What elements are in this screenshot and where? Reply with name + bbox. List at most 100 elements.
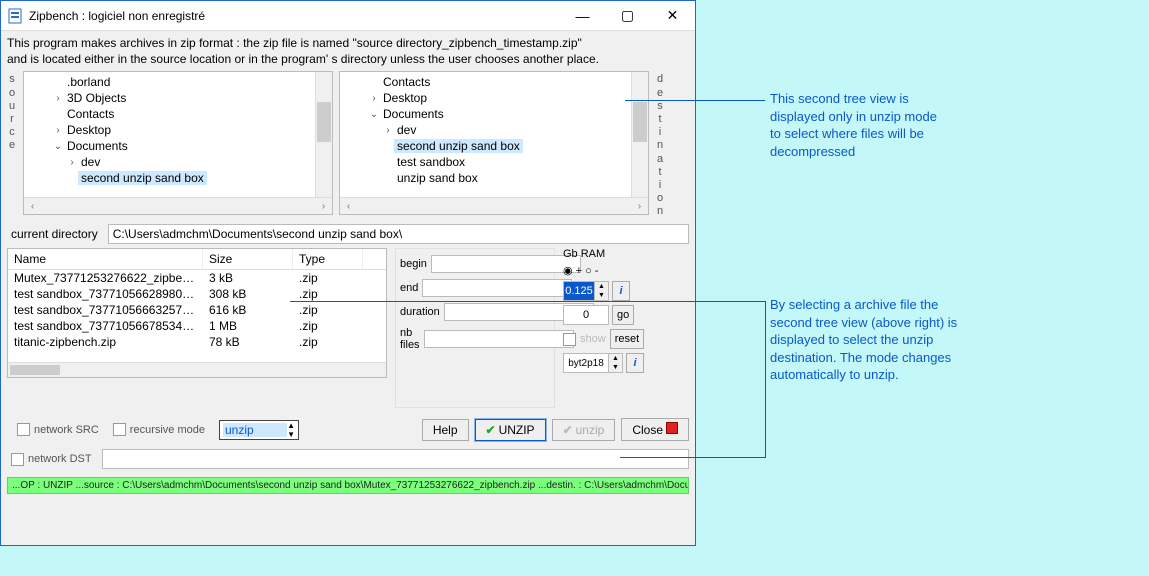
- file-cell-type: .zip: [293, 270, 363, 286]
- info-button-2[interactable]: i: [626, 353, 644, 373]
- begin-label: begin: [400, 258, 427, 270]
- tree-item-label: Documents: [380, 107, 447, 121]
- tree-item-label: Documents: [64, 139, 131, 153]
- file-cell-name: test sandbox_73771056678534_z...: [8, 318, 203, 334]
- source-side-label: source: [7, 71, 17, 218]
- source-tree-vscroll[interactable]: [315, 72, 332, 197]
- ram-title: Gb RAM: [563, 248, 653, 260]
- tree-item[interactable]: ›Desktop: [340, 90, 648, 106]
- tree-item[interactable]: .borland: [24, 74, 332, 90]
- tree-expander-icon[interactable]: ›: [368, 93, 380, 104]
- ram-radio-plus[interactable]: ◉ +: [563, 264, 582, 277]
- destination-tree-vscroll[interactable]: [631, 72, 648, 197]
- tree-item[interactable]: second unzip sand box: [340, 138, 648, 154]
- close-window-button[interactable]: ✕: [650, 2, 695, 30]
- file-cell-size: 78 kB: [203, 334, 293, 350]
- begin-input[interactable]: [431, 255, 581, 273]
- tree-item[interactable]: ›dev: [340, 122, 648, 138]
- file-cell-size: 3 kB: [203, 270, 293, 286]
- annotation-line-1: [625, 100, 765, 101]
- tree-item-label: second unzip sand box: [78, 171, 207, 185]
- unzip-secondary-button[interactable]: ✔unzip: [552, 419, 616, 441]
- recursive-label: recursive mode: [130, 424, 205, 436]
- show-checkbox[interactable]: [563, 333, 576, 346]
- col-size[interactable]: Size: [203, 249, 293, 269]
- tree-item[interactable]: ›Desktop: [24, 122, 332, 138]
- tree-item[interactable]: ›3D Objects: [24, 90, 332, 106]
- network-src-checkbox[interactable]: [17, 423, 30, 436]
- duration-label: duration: [400, 306, 440, 318]
- file-row[interactable]: Mutex_73771253276622_zipbenc...3 kB.zip: [8, 270, 386, 286]
- network-dst-label: network DST: [28, 453, 92, 465]
- tree-item-label: Contacts: [64, 107, 117, 121]
- tree-expander-icon[interactable]: ›: [52, 93, 64, 104]
- destination-tree[interactable]: Contacts›Desktop⌄Documents›devsecond unz…: [339, 71, 649, 215]
- nbfiles-label: nb files: [400, 327, 420, 351]
- source-tree-hscroll[interactable]: ‹›: [24, 197, 332, 214]
- tree-item[interactable]: ⌄Documents: [24, 138, 332, 154]
- app-icon: [7, 8, 23, 24]
- tree-expander-icon[interactable]: ›: [382, 125, 394, 136]
- titlebar[interactable]: Zipbench : logiciel non enregistré — ▢ ✕: [1, 1, 695, 31]
- tree-expander-icon[interactable]: ›: [52, 125, 64, 136]
- ram-panel: Gb RAM ◉ + ○ - 0.125▲▼ i 0 go show reset…: [563, 248, 653, 408]
- help-button[interactable]: Help: [422, 419, 469, 441]
- file-cell-size: 308 kB: [203, 286, 293, 302]
- tree-item-label: 3D Objects: [64, 91, 129, 105]
- status-bar: ...OP : UNZIP ...source : C:\Users\admch…: [7, 477, 689, 494]
- nbfiles-input[interactable]: [424, 330, 574, 348]
- tree-item[interactable]: Contacts: [24, 106, 332, 122]
- network-dst-checkbox[interactable]: [11, 453, 24, 466]
- recursive-checkbox[interactable]: [113, 423, 126, 436]
- tree-item[interactable]: ⌄Documents: [340, 106, 648, 122]
- col-type[interactable]: Type: [293, 249, 363, 269]
- file-cell-name: test sandbox_73771056628980_z...: [8, 286, 203, 302]
- file-cell-size: 616 kB: [203, 302, 293, 318]
- minimize-button[interactable]: —: [560, 2, 605, 30]
- tree-item-label: unzip sand box: [394, 171, 481, 185]
- tree-item-label: test sandbox: [394, 155, 468, 169]
- description: This program makes archives in zip forma…: [1, 31, 695, 69]
- current-directory-input[interactable]: [108, 224, 689, 244]
- file-cell-name: test sandbox_73771056663257_z...: [8, 302, 203, 318]
- annotation-line-2c: [765, 301, 766, 458]
- file-list-hscroll[interactable]: [8, 362, 386, 377]
- mode-select[interactable]: unzip▲▼: [219, 420, 299, 440]
- ram-select[interactable]: byt2p18▲▼: [563, 353, 623, 373]
- file-cell-type: .zip: [293, 318, 363, 334]
- file-cell-name: Mutex_73771253276622_zipbenc...: [8, 270, 203, 286]
- tree-item[interactable]: Contacts: [340, 74, 648, 90]
- tree-item[interactable]: ›dev: [24, 154, 332, 170]
- file-row[interactable]: test sandbox_73771056663257_z...616 kB.z…: [8, 302, 386, 318]
- tree-item[interactable]: test sandbox: [340, 154, 648, 170]
- go-button[interactable]: go: [612, 305, 634, 325]
- annotation-line-2a: [290, 301, 765, 302]
- tree-expander-icon[interactable]: ⌄: [368, 109, 380, 120]
- file-cell-type: .zip: [293, 334, 363, 350]
- col-name[interactable]: Name: [8, 249, 203, 269]
- ram-value2[interactable]: 0: [563, 305, 609, 325]
- info-button-1[interactable]: i: [612, 281, 630, 301]
- ram-radio-minus[interactable]: ○ -: [585, 265, 598, 277]
- destination-tree-hscroll[interactable]: ‹›: [340, 197, 648, 214]
- reset-button[interactable]: reset: [610, 329, 644, 349]
- maximize-button[interactable]: ▢: [605, 2, 650, 30]
- file-row[interactable]: test sandbox_73771056678534_z...1 MB.zip: [8, 318, 386, 334]
- tree-item[interactable]: second unzip sand box: [24, 170, 332, 186]
- tree-expander-icon[interactable]: ⌄: [52, 141, 64, 152]
- source-tree[interactable]: .borland›3D ObjectsContacts›Desktop⌄Docu…: [23, 71, 333, 215]
- current-directory-label: current directory: [11, 227, 98, 241]
- file-row[interactable]: titanic-zipbench.zip78 kB.zip: [8, 334, 386, 350]
- close-button[interactable]: Close: [621, 418, 689, 441]
- tree-expander-icon[interactable]: ›: [66, 157, 78, 168]
- tree-item[interactable]: unzip sand box: [340, 170, 648, 186]
- description-line1: This program makes archives in zip forma…: [7, 35, 689, 51]
- tree-item-label: dev: [394, 123, 419, 137]
- tree-item-label: .borland: [64, 75, 113, 89]
- end-input[interactable]: [422, 279, 572, 297]
- tree-item-label: Desktop: [64, 123, 114, 137]
- file-list[interactable]: Name Size Type Mutex_73771253276622_zipb…: [7, 248, 387, 378]
- ram-value1[interactable]: 0.125▲▼: [563, 281, 609, 301]
- network-dst-input[interactable]: [102, 449, 689, 469]
- unzip-primary-button[interactable]: ✔UNZIP: [475, 419, 546, 441]
